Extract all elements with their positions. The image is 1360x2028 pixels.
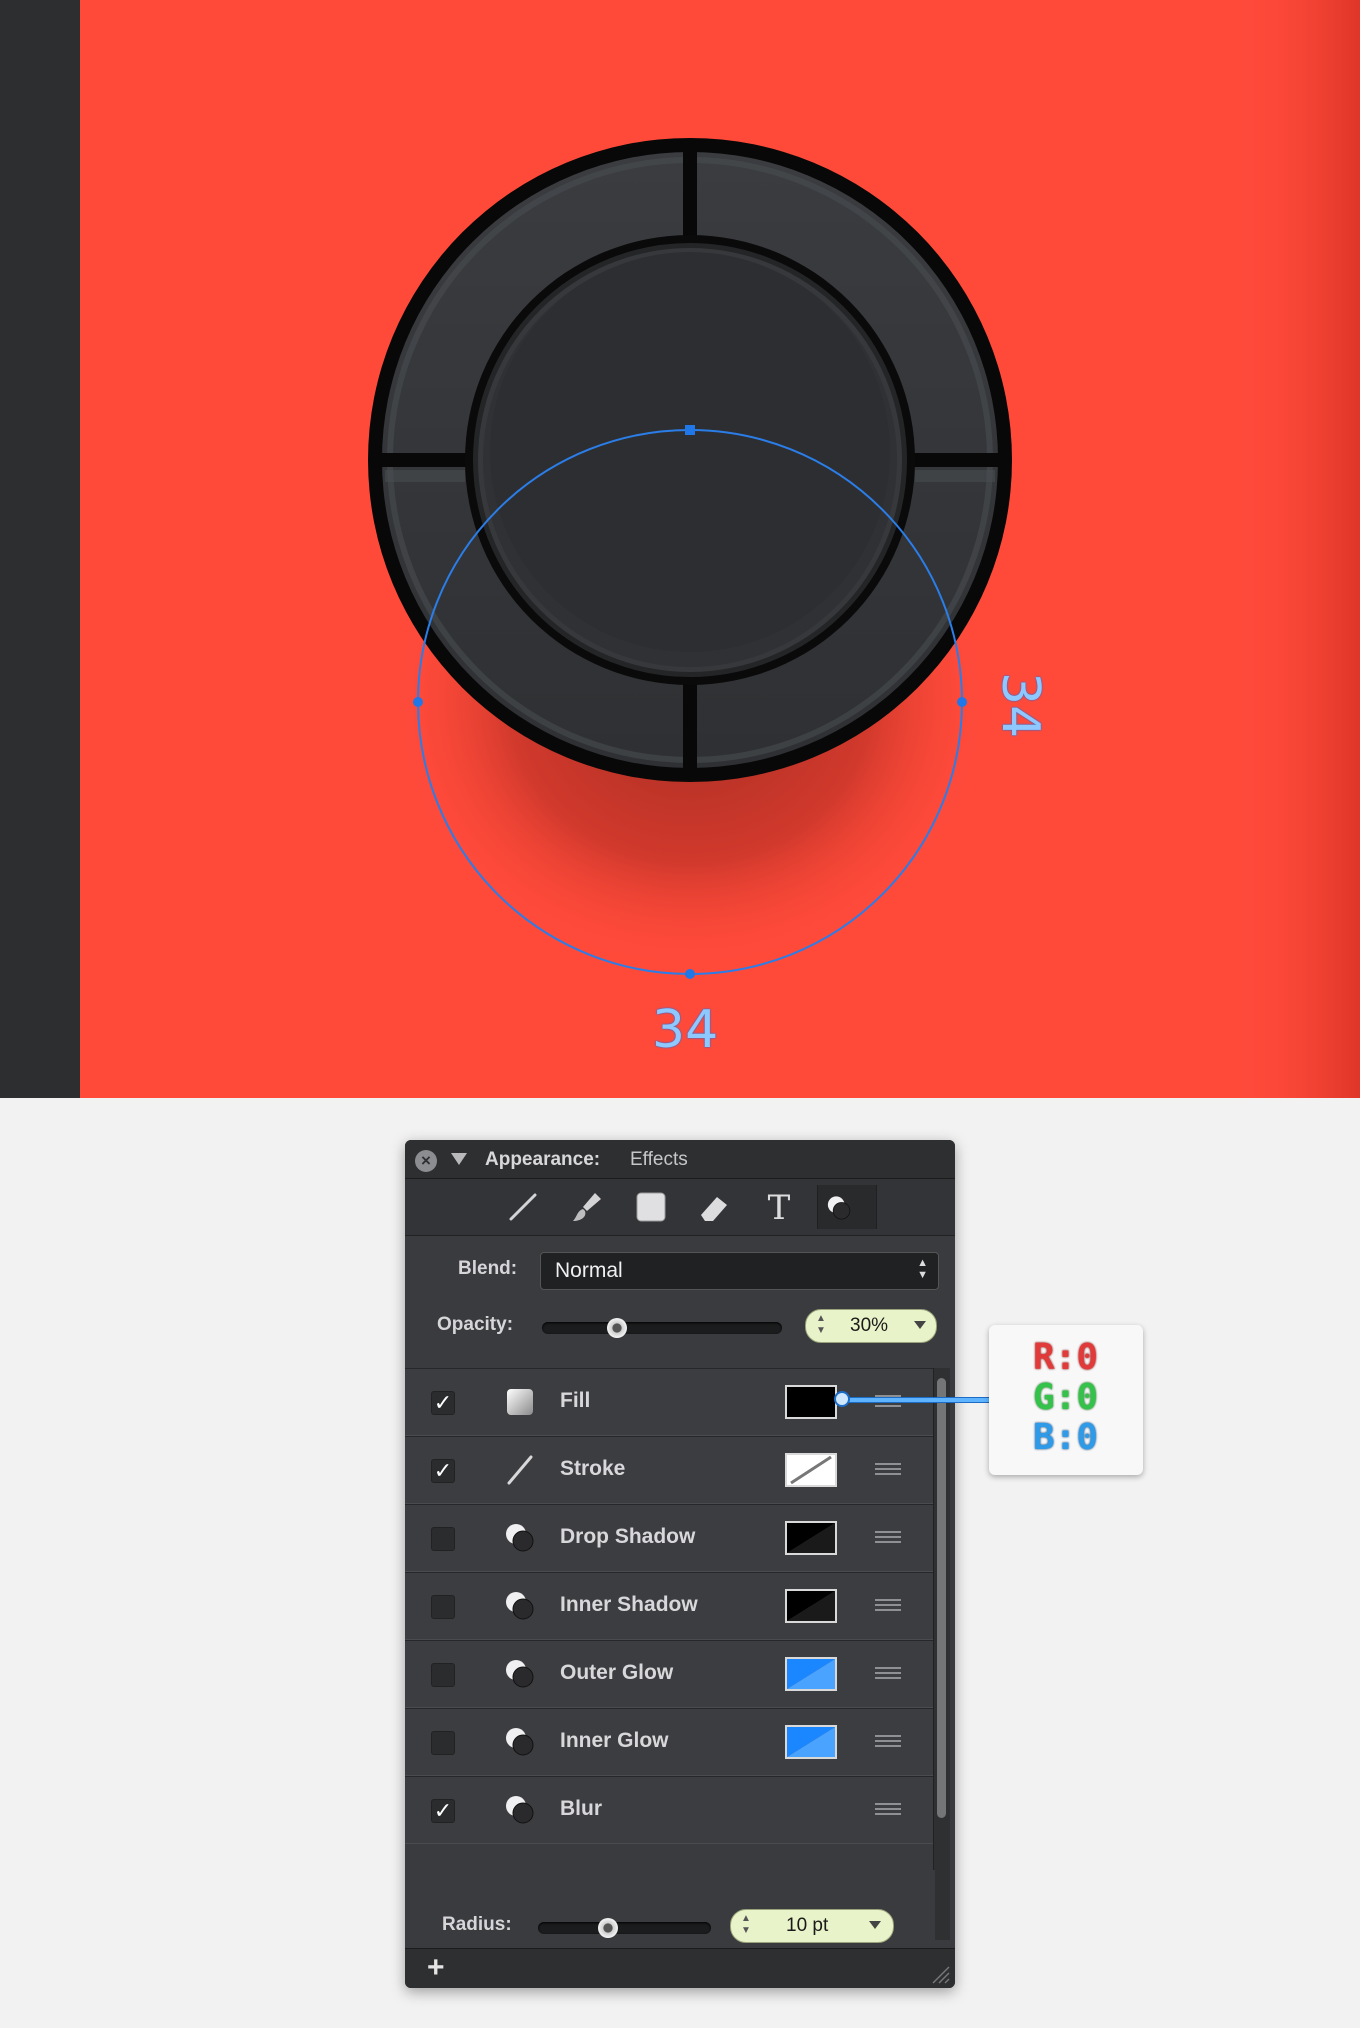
- panel-subtitle: Effects: [630, 1149, 688, 1170]
- ring-divider-top: [683, 140, 697, 240]
- guide-anchor-left: [413, 697, 423, 707]
- outer-glow-color-swatch[interactable]: [785, 1657, 837, 1691]
- fill-color-swatch[interactable]: [785, 1385, 837, 1419]
- scrollbar-thumb[interactable]: [937, 1378, 946, 1818]
- effect-row-outer-glow[interactable]: Outer Glow: [405, 1640, 935, 1708]
- guide-anchor-bottom: [685, 969, 695, 979]
- stroke-label: Stroke: [560, 1457, 626, 1480]
- effect-row-blur[interactable]: ✓ Blur: [405, 1776, 935, 1844]
- effects-tool-icon[interactable]: [817, 1185, 877, 1229]
- opacity-stepper[interactable]: ▲ ▼ 30%: [805, 1309, 937, 1343]
- inner-shadow-label: Inner Shadow: [560, 1593, 698, 1616]
- select-arrows-icon: ▲ ▼: [917, 1257, 928, 1281]
- opacity-value: 30%: [850, 1315, 889, 1336]
- panel-title-bar[interactable]: × Appearance: Effects: [405, 1140, 955, 1179]
- effect-row-inner-shadow[interactable]: Inner Shadow: [405, 1572, 935, 1640]
- blend-mode-select[interactable]: Normal ▲ ▼: [540, 1252, 939, 1290]
- callout-anchor-dot: [834, 1391, 850, 1407]
- radius-slider-knob[interactable]: [598, 1918, 618, 1938]
- green-value: G:0: [1033, 1377, 1099, 1418]
- text-tool-icon[interactable]: T: [757, 1185, 801, 1229]
- ring-divider-left: [370, 453, 470, 467]
- blend-label: Blend:: [458, 1258, 518, 1279]
- blue-value: B:0: [1033, 1417, 1099, 1458]
- line-tool-icon[interactable]: [501, 1185, 545, 1229]
- close-icon[interactable]: ×: [415, 1150, 437, 1172]
- opacity-slider-knob[interactable]: [607, 1318, 627, 1338]
- radius-stepper[interactable]: ▲ ▼ 10 pt: [730, 1909, 894, 1943]
- guide-anchor-right: [957, 697, 967, 707]
- blur-label: Blur: [560, 1797, 602, 1820]
- drag-handle-icon[interactable]: [875, 1463, 901, 1475]
- stepper-arrows-icon[interactable]: ▲ ▼: [816, 1313, 826, 1337]
- scrollbar[interactable]: [933, 1368, 950, 1940]
- outer-glow-checkbox[interactable]: [431, 1663, 455, 1687]
- stroke-color-swatch[interactable]: [785, 1453, 837, 1487]
- blend-mode-value: Normal: [555, 1259, 623, 1282]
- callout-connector: [842, 1397, 990, 1403]
- add-effect-button[interactable]: +: [427, 1951, 445, 1985]
- drag-handle-icon[interactable]: [875, 1803, 901, 1815]
- effect-row-stroke[interactable]: ✓ Stroke: [405, 1436, 935, 1504]
- effect-row-inner-glow[interactable]: Inner Glow: [405, 1708, 935, 1776]
- drag-handle-icon[interactable]: [875, 1735, 901, 1747]
- outer-glow-label: Outer Glow: [560, 1661, 674, 1684]
- fill-checkbox[interactable]: ✓: [431, 1391, 455, 1415]
- effect-icon: [501, 1791, 539, 1829]
- collapse-triangle-icon[interactable]: [451, 1153, 467, 1165]
- effect-icon: [501, 1519, 539, 1557]
- tool-tabs: T: [405, 1179, 955, 1236]
- stroke-icon: [501, 1451, 539, 1489]
- red-value: R:0: [1033, 1337, 1099, 1378]
- effect-row-drop-shadow[interactable]: Drop Shadow: [405, 1504, 935, 1572]
- dropdown-arrow-icon[interactable]: [914, 1321, 926, 1329]
- effect-icon: [501, 1655, 539, 1693]
- drop-shadow-label: Drop Shadow: [560, 1525, 696, 1548]
- stroke-checkbox[interactable]: ✓: [431, 1459, 455, 1483]
- fill-icon: [501, 1383, 539, 1421]
- ring-divider-right: [910, 453, 1010, 467]
- artboard[interactable]: 34 34: [0, 0, 1360, 1098]
- panel-footer: +: [405, 1948, 955, 1988]
- inner-shadow-checkbox[interactable]: [431, 1595, 455, 1619]
- panel-title: Appearance:: [485, 1149, 601, 1170]
- effect-icon: [501, 1723, 539, 1761]
- blur-checkbox[interactable]: ✓: [431, 1799, 455, 1823]
- fill-label: Fill: [560, 1389, 591, 1412]
- dimension-label-width: 34: [652, 1000, 719, 1060]
- inner-glow-checkbox[interactable]: [431, 1731, 455, 1755]
- drop-shadow-color-swatch[interactable]: [785, 1521, 837, 1555]
- ring-divider-bottom: [683, 680, 697, 780]
- dropdown-arrow-icon[interactable]: [869, 1921, 881, 1929]
- eraser-tool-icon[interactable]: [693, 1185, 737, 1229]
- radius-slider[interactable]: [538, 1918, 711, 1938]
- inner-glow-label: Inner Glow: [560, 1729, 669, 1752]
- shape-tool-icon[interactable]: [629, 1185, 673, 1229]
- radius-value: 10 pt: [786, 1915, 829, 1936]
- inner-glow-color-swatch[interactable]: [785, 1725, 837, 1759]
- drag-handle-icon[interactable]: [875, 1599, 901, 1611]
- brush-tool-icon[interactable]: [565, 1185, 609, 1229]
- dimension-label-height: 34: [990, 672, 1050, 739]
- inner-shadow-color-swatch[interactable]: [785, 1589, 837, 1623]
- color-callout: R:0 G:0 B:0: [989, 1325, 1143, 1475]
- stepper-arrows-icon[interactable]: ▲ ▼: [741, 1913, 751, 1937]
- knob-artwork[interactable]: [0, 0, 1360, 1098]
- guide-anchor-top: [685, 425, 695, 435]
- effect-icon: [501, 1587, 539, 1625]
- opacity-slider[interactable]: [542, 1318, 782, 1338]
- resize-grip-icon[interactable]: [929, 1963, 951, 1985]
- text-tool-glyph: T: [768, 1188, 791, 1228]
- drop-shadow-checkbox[interactable]: [431, 1527, 455, 1551]
- drag-handle-icon[interactable]: [875, 1531, 901, 1543]
- drag-handle-icon[interactable]: [875, 1667, 901, 1679]
- radius-label: Radius:: [442, 1914, 512, 1935]
- appearance-panel: × Appearance: Effects T Blend: Normal ▲ ▼…: [405, 1140, 955, 1988]
- opacity-label: Opacity:: [437, 1314, 514, 1335]
